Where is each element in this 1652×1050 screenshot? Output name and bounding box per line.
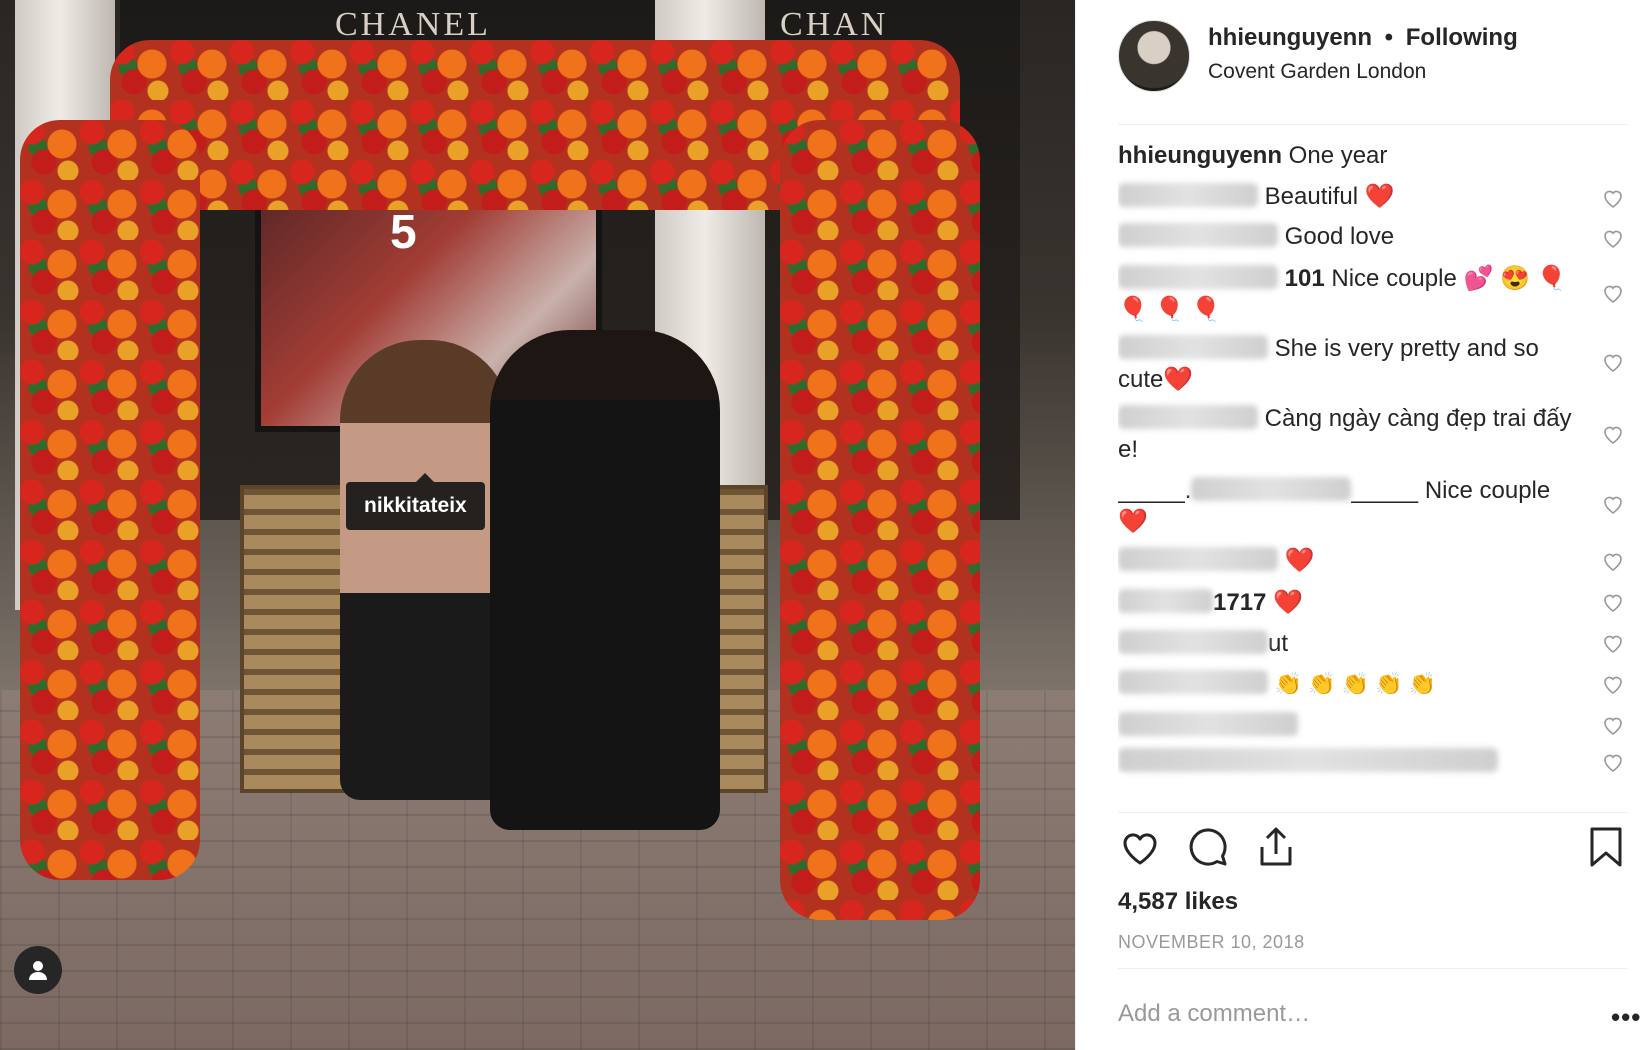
heart-icon[interactable] (1601, 713, 1625, 737)
user-icon (29, 961, 47, 980)
blurred-username (1118, 630, 1268, 654)
window-number: 5 (390, 206, 417, 259)
heart-icon[interactable] (1601, 226, 1625, 250)
blurred-username (1118, 589, 1213, 613)
caption-text: One year (1288, 142, 1388, 169)
heart-icon[interactable] (1601, 350, 1625, 374)
likes-count[interactable]: 4,587 likes (1118, 888, 1238, 916)
store-sign: CHANEL (335, 6, 491, 43)
share-icon[interactable] (1254, 825, 1298, 869)
divider (1118, 968, 1628, 969)
blurred-username (1118, 670, 1268, 694)
blurred-username (1118, 183, 1258, 207)
heart-icon[interactable] (1601, 672, 1625, 696)
user-tag[interactable]: nikkitateix (346, 473, 485, 530)
bookmark-icon[interactable] (1584, 825, 1628, 869)
heart-emoji: ❤️ (1284, 547, 1315, 574)
divider (1118, 124, 1628, 125)
heart-icon[interactable] (1601, 590, 1625, 614)
action-bar (1118, 825, 1628, 875)
separator-dot: • (1384, 24, 1394, 51)
person-man (490, 330, 720, 830)
blurred-username (1118, 223, 1278, 247)
heart-icon[interactable] (1601, 281, 1625, 305)
heart-emoji: ❤️ (1364, 183, 1395, 210)
clap-emoji: 👏 👏 👏 👏 👏 (1274, 671, 1437, 696)
location-link[interactable]: Covent Garden London (1208, 60, 1426, 84)
comment-username-suffix: 1717 (1213, 589, 1267, 616)
blurred-username (1118, 265, 1278, 289)
balloon-emoji: 🎈 🎈 🎈 (1118, 296, 1221, 323)
heart-icon[interactable] (1601, 186, 1625, 210)
comments-list[interactable]: hhieunguyenn One year Beautiful ❤️ Good … (1118, 140, 1652, 810)
blurred-username (1118, 712, 1298, 736)
divider (1118, 812, 1628, 813)
heart-icon[interactable] (1601, 422, 1625, 446)
comment-item: 1717 ❤️ (1118, 587, 1578, 618)
author-username[interactable]: hhieunguyenn (1208, 24, 1372, 51)
comment-item (1118, 710, 1578, 741)
blurred-username (1118, 547, 1278, 571)
comment-text: Nice couple 💕 😍 🎈 (1324, 265, 1567, 292)
comment-text: Good love (1284, 223, 1395, 250)
blurred-username (1191, 477, 1352, 501)
flower-arch-left (20, 120, 200, 880)
comment-item: _____. _____ Nice couple ❤️ (1118, 475, 1578, 537)
store-sign: CHAN (780, 6, 889, 43)
heart-icon[interactable] (1601, 492, 1625, 516)
heart-emoji: ❤️ (1273, 589, 1303, 616)
following-button[interactable]: Following (1406, 24, 1518, 51)
comment-item: Càng ngày càng đẹp trai đấy e! (1118, 403, 1578, 465)
flower-arch-right (780, 120, 980, 920)
comment-item (1118, 746, 1578, 777)
post-header: hhieunguyenn • Following Covent Garden L… (1076, 0, 1652, 125)
comment-text: Beautiful (1264, 183, 1359, 210)
comment-icon[interactable] (1186, 825, 1230, 869)
heart-icon[interactable] (1601, 750, 1625, 774)
person-woman (340, 340, 510, 800)
caption: hhieunguyenn One year (1118, 140, 1578, 171)
caption-username[interactable]: hhieunguyenn (1118, 142, 1282, 169)
comment-username-prefix: _____. (1118, 477, 1192, 504)
avatar[interactable] (1118, 20, 1190, 92)
comment-text: ut (1268, 630, 1289, 657)
heart-icon[interactable] (1601, 549, 1625, 573)
blurred-username (1118, 748, 1498, 772)
tagged-users-button[interactable] (14, 946, 62, 994)
comment-item: ❤️ (1118, 545, 1578, 576)
comment-item: She is very pretty and so cute❤️ (1118, 333, 1578, 395)
heart-emoji: ❤️ (1118, 508, 1148, 535)
post-date: NOVEMBER 10, 2018 (1118, 932, 1305, 952)
blurred-username (1118, 405, 1258, 429)
heart-icon[interactable] (1601, 631, 1625, 655)
comment-text: _____ Nice couple (1351, 477, 1551, 504)
blurred-username (1118, 335, 1268, 359)
post-author: hhieunguyenn • Following (1208, 24, 1518, 52)
heart-outline-icon[interactable] (1118, 825, 1162, 869)
comment-item: Beautiful ❤️ (1118, 181, 1578, 212)
comment-item: Good love (1118, 221, 1578, 252)
comment-input[interactable]: Add a comment… (1118, 1000, 1310, 1028)
post-photo[interactable]: CHANEL CHAN 5 nikkitateix (0, 0, 1075, 1050)
comment-item: ut (1118, 628, 1578, 659)
post-side-panel: hhieunguyenn • Following Covent Garden L… (1075, 0, 1652, 1050)
more-options-button[interactable]: ••• (1611, 1002, 1641, 1033)
comment-username-suffix: 101 (1284, 265, 1325, 292)
heart-emoji: ❤️ (1163, 366, 1194, 393)
comment-item: 👏 👏 👏 👏 👏 (1118, 668, 1578, 699)
comment-item: 101 Nice couple 💕 😍 🎈 🎈 🎈 🎈 (1118, 263, 1578, 325)
